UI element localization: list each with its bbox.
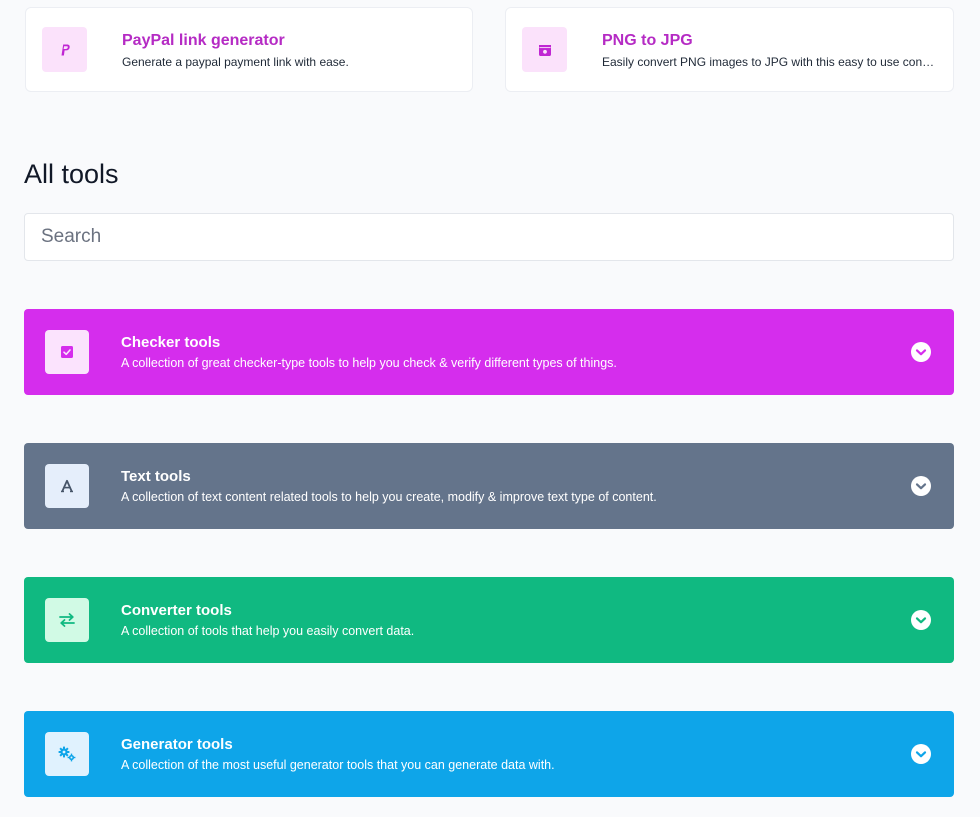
category-description: A collection of great checker-type tools… bbox=[121, 356, 617, 370]
category-description: A collection of the most useful generato… bbox=[121, 758, 555, 772]
category-text: Generator tools A collection of the most… bbox=[121, 735, 884, 775]
category-title: Generator tools bbox=[121, 736, 233, 753]
featured-card-text: PNG to JPG Easily convert PNG images to … bbox=[602, 30, 935, 72]
category-converter-tools[interactable]: Converter tools A collection of tools th… bbox=[24, 577, 954, 663]
category-title: Converter tools bbox=[121, 602, 232, 619]
chevron-down-icon[interactable] bbox=[911, 744, 931, 764]
letter-a-icon bbox=[45, 464, 89, 508]
category-description: A collection of text content related too… bbox=[121, 490, 657, 504]
featured-card-title[interactable]: PNG to JPG bbox=[602, 30, 935, 52]
category-checker-tools[interactable]: Checker tools A collection of great chec… bbox=[24, 309, 954, 395]
featured-card-description: Generate a paypal payment link with ease… bbox=[122, 55, 349, 69]
paypal-icon bbox=[42, 27, 87, 72]
image-file-icon bbox=[522, 27, 567, 72]
featured-card-paypal-link-generator[interactable]: PayPal link generator Generate a paypal … bbox=[25, 7, 473, 92]
category-text-tools[interactable]: Text tools A collection of text content … bbox=[24, 443, 954, 529]
featured-card-text: PayPal link generator Generate a paypal … bbox=[122, 30, 454, 72]
category-text: Text tools A collection of text content … bbox=[121, 467, 884, 507]
featured-card-png-to-jpg[interactable]: PNG to JPG Easily convert PNG images to … bbox=[505, 7, 954, 92]
category-title: Text tools bbox=[121, 468, 191, 485]
chevron-down-icon[interactable] bbox=[911, 342, 931, 362]
featured-card-description: Easily convert PNG images to JPG with th… bbox=[602, 55, 935, 69]
all-tools-heading: All tools bbox=[24, 159, 119, 189]
category-generator-tools[interactable]: Generator tools A collection of the most… bbox=[24, 711, 954, 797]
chevron-down-icon[interactable] bbox=[911, 476, 931, 496]
tools-page: PayPal link generator Generate a paypal … bbox=[0, 0, 980, 817]
category-title: Checker tools bbox=[121, 334, 221, 351]
featured-card-title[interactable]: PayPal link generator bbox=[122, 30, 454, 52]
category-text: Checker tools A collection of great chec… bbox=[121, 333, 884, 373]
category-text: Converter tools A collection of tools th… bbox=[121, 601, 884, 641]
cogs-icon bbox=[45, 732, 89, 776]
checkbox-icon bbox=[45, 330, 89, 374]
search-input[interactable] bbox=[24, 213, 954, 261]
category-description: A collection of tools that help you easi… bbox=[121, 624, 415, 638]
chevron-down-icon[interactable] bbox=[911, 610, 931, 630]
swap-arrows-icon bbox=[45, 598, 89, 642]
